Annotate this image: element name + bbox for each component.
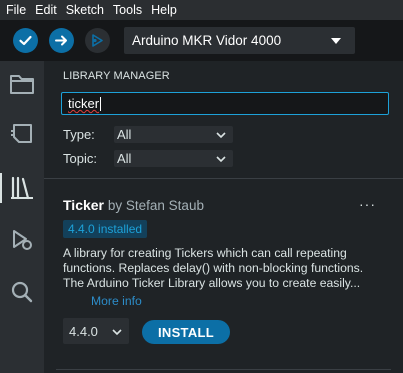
topic-label: Topic:	[63, 151, 97, 166]
boards-manager-button[interactable]	[0, 114, 44, 154]
description-line: functions. Replaces delay() with non-blo…	[63, 261, 364, 275]
folder-icon	[10, 75, 34, 94]
installed-badge: 4.4.0 installed	[63, 220, 148, 238]
menu-edit[interactable]: Edit	[35, 3, 57, 17]
debug-button[interactable]	[85, 28, 110, 53]
chevron-down-icon	[216, 156, 226, 163]
debug-view-button[interactable]	[0, 220, 44, 260]
menu-file[interactable]: File	[6, 3, 26, 17]
item-divider	[56, 369, 391, 370]
library-title: Ticker by Stefan Staub	[63, 197, 204, 213]
board-label: Arduino MKR Vidor 4000	[132, 33, 282, 48]
divider	[44, 178, 403, 179]
menu-bar: File Edit Sketch Tools Help	[0, 0, 403, 20]
description-line: The Arduino Ticker Library allows you to…	[63, 276, 361, 290]
topic-value: All	[117, 151, 132, 166]
type-label: Type:	[63, 127, 95, 142]
check-icon	[19, 35, 32, 46]
library-manager-panel: LIBRARY MANAGER ticker Type: All Topic: …	[44, 61, 403, 373]
caret-down-icon	[331, 38, 341, 44]
chevron-down-icon	[216, 132, 226, 139]
more-info-link[interactable]: More info	[91, 294, 142, 308]
board-selector[interactable]: Arduino MKR Vidor 4000	[124, 27, 355, 54]
sketchbook-button[interactable]	[0, 64, 44, 104]
version-select[interactable]: 4.4.0	[63, 318, 129, 344]
search-icon	[11, 281, 33, 303]
menu-help[interactable]: Help	[151, 3, 177, 17]
type-select[interactable]: All	[114, 126, 233, 143]
install-button[interactable]: INSTALL	[142, 320, 230, 344]
board-icon	[11, 124, 32, 143]
chevron-down-icon	[112, 329, 122, 336]
search-input[interactable]: ticker	[61, 92, 389, 115]
text-cursor	[100, 96, 102, 111]
verify-button[interactable]	[13, 28, 38, 53]
menu-tools[interactable]: Tools	[113, 3, 142, 17]
arrow-right-icon	[55, 35, 67, 46]
type-value: All	[117, 127, 132, 142]
description-line: A library for creating Tickers which can…	[63, 246, 347, 260]
activity-bar	[0, 61, 44, 373]
library-description: A library for creating Tickers which can…	[63, 246, 383, 291]
search-value: ticker	[68, 96, 100, 111]
version-value: 4.4.0	[69, 323, 98, 339]
library-name: Ticker	[63, 197, 104, 213]
library-icon	[11, 176, 33, 200]
topic-select[interactable]: All	[114, 150, 233, 167]
more-options-button[interactable]: ···	[359, 196, 376, 212]
upload-button[interactable]	[49, 28, 74, 53]
toolbar: Arduino MKR Vidor 4000	[0, 20, 403, 61]
menu-sketch[interactable]: Sketch	[66, 3, 104, 17]
library-author: by Stefan Staub	[107, 198, 204, 213]
search-view-button[interactable]	[0, 272, 44, 312]
panel-title: LIBRARY MANAGER	[63, 70, 170, 82]
debug-icon	[13, 230, 32, 250]
library-manager-button[interactable]	[0, 168, 44, 208]
debug-icon	[92, 34, 103, 47]
